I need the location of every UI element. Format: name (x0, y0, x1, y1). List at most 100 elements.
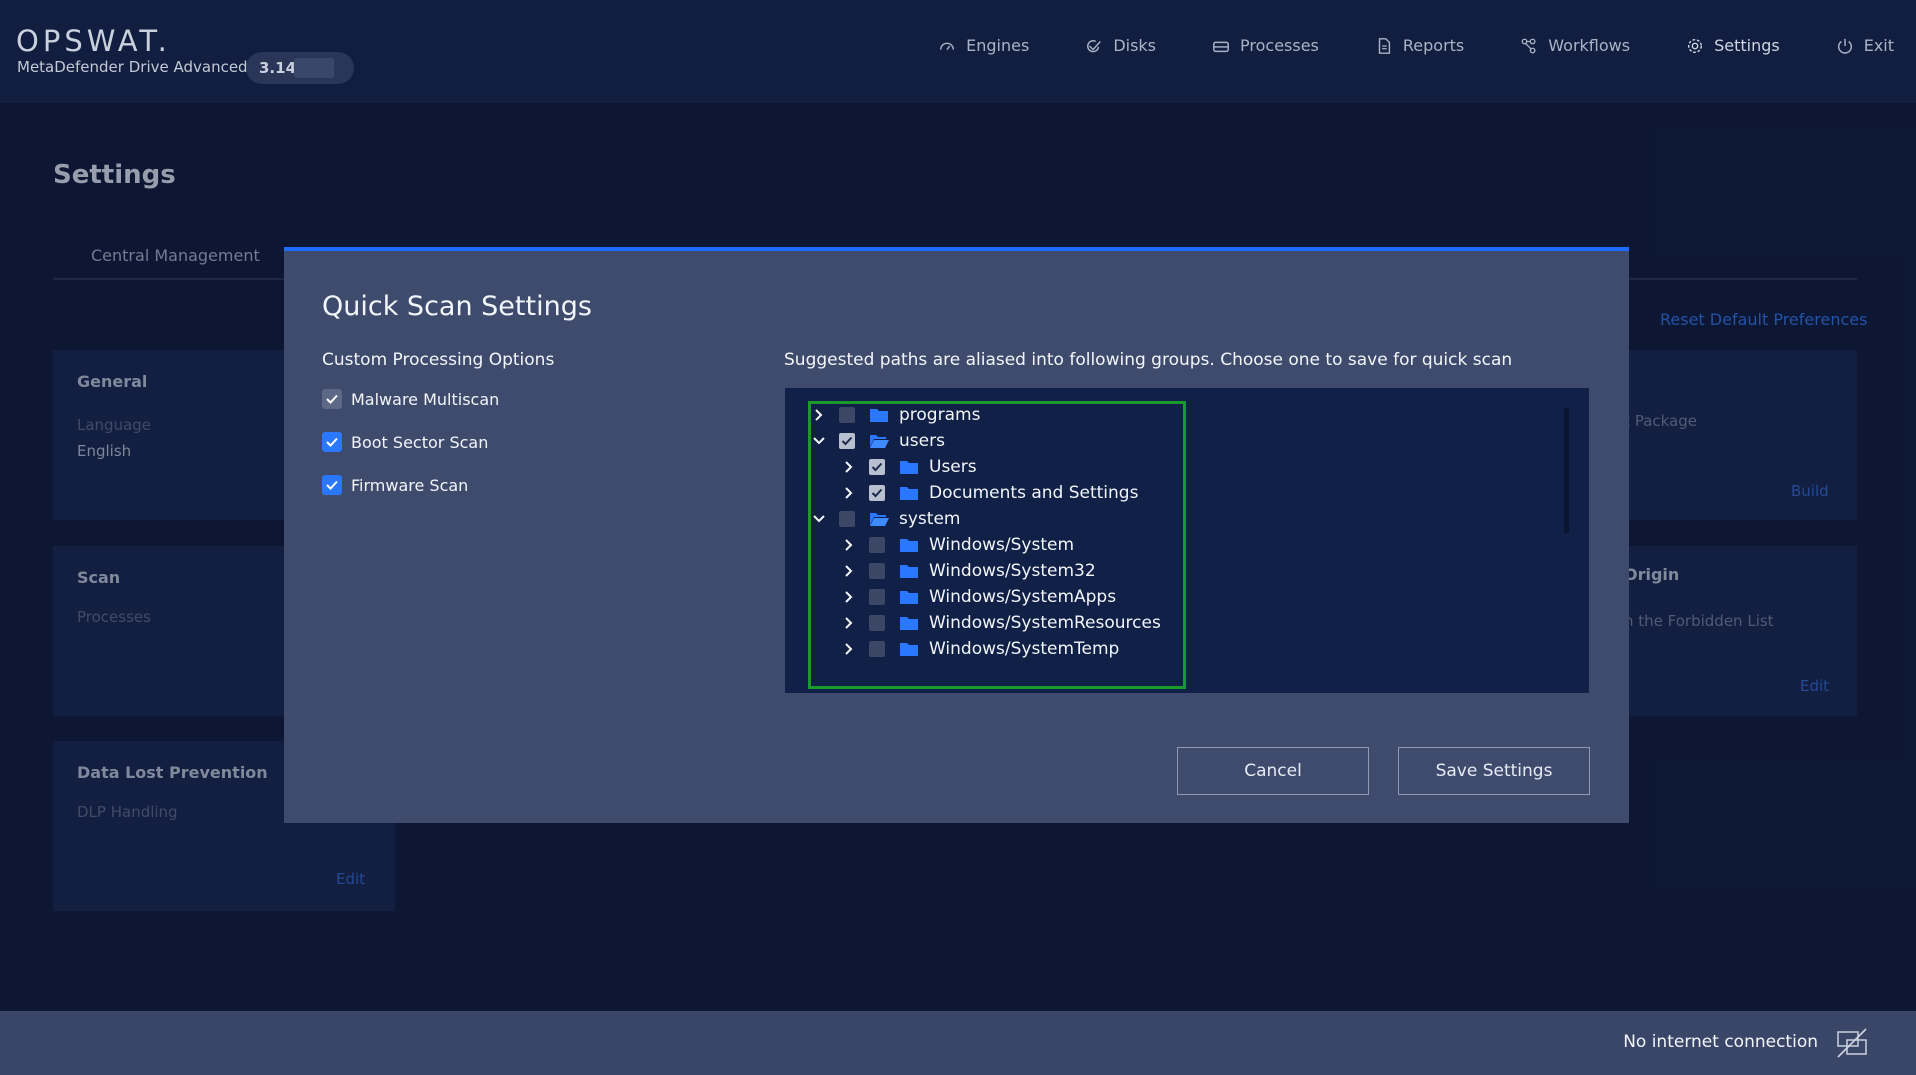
tree-node-label: Windows/SystemTemp (929, 639, 1120, 659)
tree-node[interactable]: Windows/System (841, 532, 1074, 558)
firmware-scan-label: Firmware Scan (351, 475, 469, 495)
boot-sector-scan-label: Boot Sector Scan (351, 432, 489, 452)
path-tree[interactable]: programs users Users Documents and Settings… (785, 388, 1589, 693)
nav-exit[interactable]: Exit (1836, 36, 1894, 55)
tree-node[interactable]: system (811, 506, 960, 532)
workflow-icon (1521, 38, 1536, 53)
chevron-right-icon[interactable] (841, 485, 857, 501)
cancel-button[interactable]: Cancel (1177, 747, 1369, 795)
tree-node-label: Windows/SystemResources (929, 613, 1161, 633)
boot-sector-scan-checkbox[interactable] (322, 432, 342, 452)
nav-engines[interactable]: Engines (938, 36, 1029, 55)
tree-node-checkbox[interactable] (839, 407, 855, 423)
check-icon (871, 488, 883, 498)
tree-node-checkbox[interactable] (869, 537, 885, 553)
malware-multiscan-checkbox[interactable] (322, 389, 342, 409)
folder-open-icon (870, 513, 889, 526)
product-name: MetaDefender Drive Advanced (17, 58, 248, 76)
folder-icon (900, 643, 918, 656)
tree-node-label: Windows/SystemApps (929, 587, 1117, 607)
chevron-right-icon[interactable] (841, 615, 857, 631)
version-badge: 3.14.( (246, 52, 354, 84)
folder-icon (900, 565, 918, 578)
quick-scan-settings-dialog: Quick Scan Settings Custom Processing Op… (284, 247, 1629, 823)
chevron-right-icon[interactable] (841, 537, 857, 553)
gauge-icon (940, 42, 955, 50)
option-firmware-scan[interactable]: Firmware Scan (322, 475, 468, 495)
folder-icon (900, 617, 918, 630)
tree-node-label: users (899, 431, 945, 451)
tree-node[interactable]: Users (841, 454, 977, 480)
tree-node-checkbox[interactable] (869, 563, 885, 579)
tree-scrollbar[interactable] (1564, 408, 1569, 533)
tree-node-checkbox[interactable] (839, 433, 855, 449)
chevron-down-icon[interactable] (811, 511, 827, 527)
nav-engines-label: Engines (966, 36, 1030, 55)
chevron-right-icon[interactable] (811, 407, 827, 423)
check-icon (326, 480, 338, 490)
connection-status: No internet connection (1623, 1032, 1818, 1052)
tree-node-checkbox[interactable] (839, 511, 855, 527)
nav-exit-label: Exit (1863, 36, 1894, 55)
save-settings-button[interactable]: Save Settings (1398, 747, 1590, 795)
tree-node-label: Windows/System (929, 535, 1075, 555)
version-redaction (294, 58, 334, 78)
nav-processes-label: Processes (1240, 36, 1319, 55)
tree-node[interactable]: Windows/SystemApps (841, 584, 1116, 610)
tree-node[interactable]: Documents and Settings (841, 480, 1138, 506)
tree-node-label: system (899, 509, 961, 529)
main-nav: Engines Disks Processes Reports Workflow… (882, 36, 1894, 55)
option-malware-multiscan[interactable]: Malware Multiscan (322, 389, 499, 409)
no-network-icon (1837, 1028, 1867, 1058)
custom-options-heading: Custom Processing Options (322, 350, 555, 370)
nav-disks[interactable]: Disks (1085, 36, 1156, 55)
nav-settings[interactable]: Settings (1686, 36, 1780, 55)
nav-settings-label: Settings (1714, 36, 1780, 55)
check-icon (841, 436, 853, 446)
tree-node-label: programs (899, 405, 981, 425)
folder-icon (900, 461, 918, 474)
tree-node[interactable]: Windows/SystemResources (841, 610, 1161, 636)
folder-icon (900, 591, 918, 604)
folder-icon (900, 487, 918, 500)
tree-node-checkbox[interactable] (869, 459, 885, 475)
folder-icon (900, 539, 918, 552)
drive-icon (1213, 41, 1229, 52)
power-icon (1837, 38, 1852, 54)
chevron-right-icon[interactable] (841, 563, 857, 579)
nav-processes[interactable]: Processes (1212, 36, 1319, 55)
check-icon (326, 394, 338, 404)
tree-node-checkbox[interactable] (869, 641, 885, 657)
nav-disks-label: Disks (1113, 36, 1157, 55)
firmware-scan-checkbox[interactable] (322, 475, 342, 495)
tree-node-checkbox[interactable] (869, 615, 885, 631)
tree-node-label: Users (929, 457, 977, 477)
tree-node[interactable]: programs (811, 402, 980, 428)
tree-node-label: Documents and Settings (929, 483, 1139, 503)
tree-node[interactable]: Windows/System32 (841, 558, 1096, 584)
chevron-down-icon[interactable] (811, 433, 827, 449)
top-bar: OPSWAT. MetaDefender Drive Advanced 3.14… (0, 0, 1916, 103)
malware-multiscan-label: Malware Multiscan (351, 389, 500, 409)
document-icon (1378, 37, 1391, 54)
tree-node-checkbox[interactable] (869, 589, 885, 605)
nav-reports[interactable]: Reports (1375, 36, 1464, 55)
check-icon (326, 437, 338, 447)
chevron-right-icon[interactable] (841, 589, 857, 605)
chevron-right-icon[interactable] (841, 641, 857, 657)
check-icon (871, 462, 883, 472)
tree-node-checkbox[interactable] (869, 485, 885, 501)
gear-icon (1688, 38, 1703, 53)
dialog-title: Quick Scan Settings (322, 291, 592, 322)
status-bar: No internet connection (0, 1011, 1916, 1075)
opswat-logo: OPSWAT. (16, 24, 171, 58)
tree-node[interactable]: users (811, 428, 945, 454)
chevron-right-icon[interactable] (841, 459, 857, 475)
option-boot-sector-scan[interactable]: Boot Sector Scan (322, 432, 488, 452)
nav-workflows-label: Workflows (1548, 36, 1631, 55)
tree-node[interactable]: Windows/SystemTemp (841, 636, 1119, 662)
folder-icon (870, 409, 888, 422)
nav-workflows[interactable]: Workflows (1520, 36, 1630, 55)
nav-reports-label: Reports (1402, 36, 1465, 55)
folder-open-icon (870, 435, 889, 448)
